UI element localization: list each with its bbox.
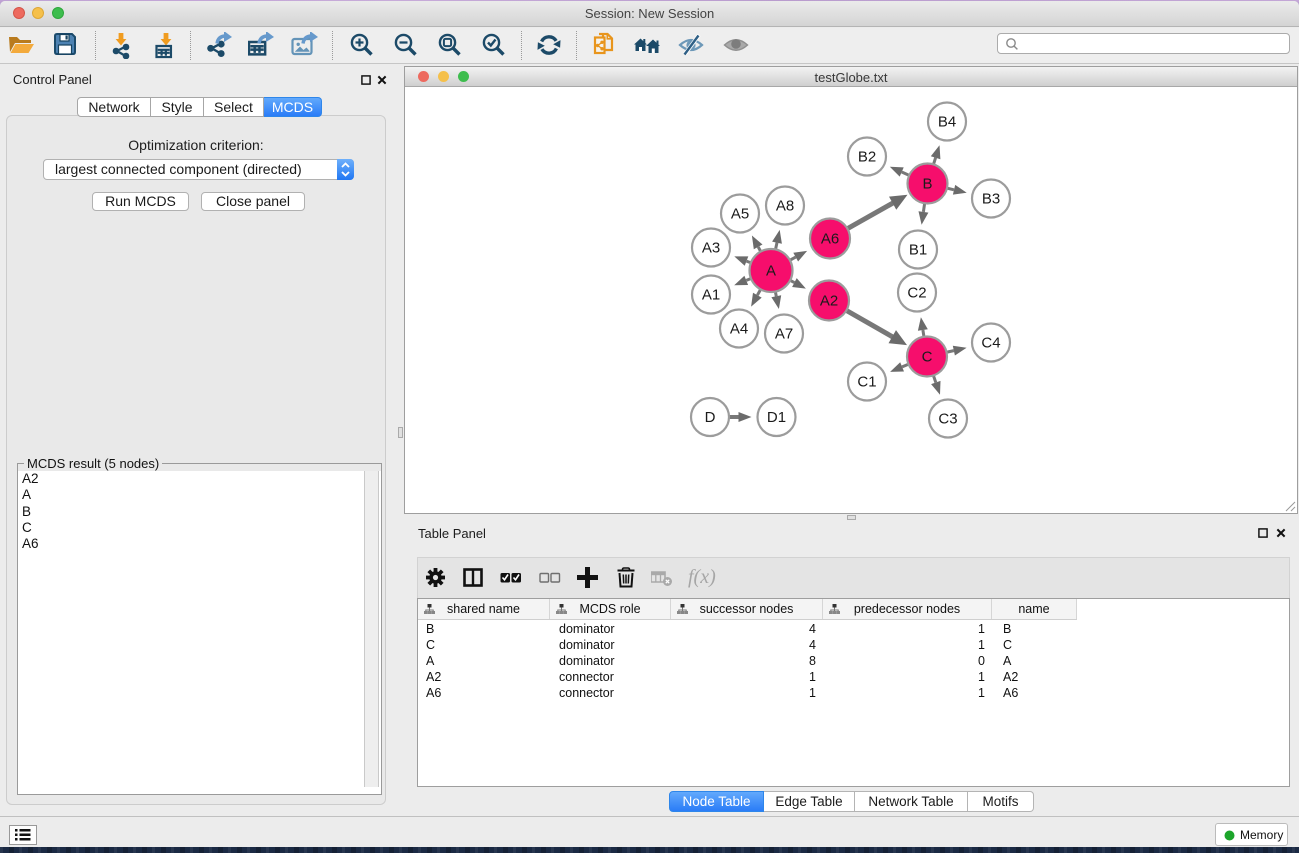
- svg-text:B2: B2: [858, 149, 876, 166]
- svg-text:B4: B4: [938, 114, 956, 131]
- svg-text:B: B: [922, 176, 932, 193]
- svg-text:C4: C4: [981, 335, 1000, 352]
- svg-text:D1: D1: [767, 409, 786, 426]
- svg-text:B3: B3: [982, 191, 1000, 208]
- svg-text:C1: C1: [857, 374, 876, 391]
- svg-text:A8: A8: [776, 198, 794, 215]
- svg-text:A1: A1: [702, 287, 720, 304]
- svg-text:A5: A5: [731, 206, 749, 223]
- svg-text:A3: A3: [702, 240, 720, 257]
- svg-text:D: D: [705, 409, 716, 426]
- svg-text:A2: A2: [820, 293, 838, 310]
- svg-text:A4: A4: [730, 321, 748, 338]
- svg-text:C2: C2: [907, 285, 926, 302]
- svg-text:C3: C3: [938, 411, 957, 428]
- svg-text:A7: A7: [775, 326, 793, 343]
- svg-text:B1: B1: [909, 242, 927, 259]
- svg-text:C: C: [922, 349, 933, 366]
- svg-text:A: A: [766, 263, 776, 280]
- svg-text:A6: A6: [821, 231, 839, 248]
